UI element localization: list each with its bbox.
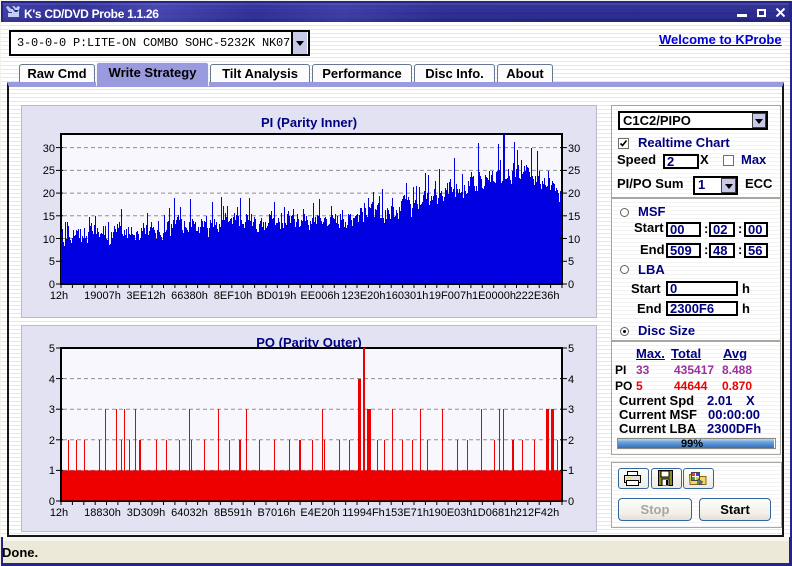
svg-text:12h: 12h (50, 507, 68, 519)
svg-text:4: 4 (49, 374, 55, 386)
svg-text:1D0681h: 1D0681h (472, 507, 517, 519)
svg-text:2: 2 (568, 435, 574, 447)
svg-text:66380h: 66380h (171, 290, 208, 302)
svg-text:10: 10 (43, 234, 55, 246)
svg-text:153E71h: 153E71h (385, 507, 429, 519)
svg-text:1: 1 (49, 465, 55, 477)
svg-text:BD019h: BD019h (257, 290, 297, 302)
svg-text:190E03h: 190E03h (428, 507, 472, 519)
svg-text:5: 5 (568, 256, 574, 268)
svg-text:3EE12h: 3EE12h (126, 290, 165, 302)
svg-text:12h: 12h (50, 290, 68, 302)
svg-text:212F42h: 212F42h (516, 507, 559, 519)
svg-text:19007h: 19007h (84, 290, 121, 302)
svg-text:EE006h: EE006h (300, 290, 339, 302)
svg-text:B7016h: B7016h (258, 507, 296, 519)
svg-text:25: 25 (568, 165, 580, 177)
svg-text:1E0000h: 1E0000h (472, 290, 516, 302)
svg-text:5: 5 (568, 343, 574, 355)
svg-text:123E20h: 123E20h (341, 290, 385, 302)
svg-text:160301h: 160301h (386, 290, 429, 302)
svg-text:E4E20h: E4E20h (300, 507, 339, 519)
svg-text:10: 10 (568, 234, 580, 246)
svg-text:0: 0 (568, 279, 574, 291)
svg-text:64032h: 64032h (171, 507, 208, 519)
svg-text:5: 5 (49, 256, 55, 268)
svg-text:222E36h: 222E36h (515, 290, 559, 302)
svg-text:8EF10h: 8EF10h (214, 290, 253, 302)
svg-text:20: 20 (43, 188, 55, 200)
svg-text:1: 1 (568, 465, 574, 477)
svg-text:15: 15 (568, 211, 580, 223)
svg-text:3D309h: 3D309h (127, 507, 166, 519)
svg-text:5: 5 (49, 343, 55, 355)
svg-text:15: 15 (43, 211, 55, 223)
svg-text:3: 3 (49, 404, 55, 416)
svg-text:30: 30 (568, 143, 580, 155)
svg-text:8B591h: 8B591h (214, 507, 252, 519)
svg-text:25: 25 (43, 165, 55, 177)
svg-text:3: 3 (568, 404, 574, 416)
svg-text:18830h: 18830h (84, 507, 121, 519)
svg-text:11994Fh: 11994Fh (342, 507, 385, 519)
svg-text:4: 4 (568, 374, 574, 386)
svg-text:2: 2 (49, 435, 55, 447)
svg-text:19F007h: 19F007h (429, 290, 472, 302)
svg-text:20: 20 (568, 188, 580, 200)
svg-text:0: 0 (568, 496, 574, 508)
svg-text:PI (Parity Inner): PI (Parity Inner) (261, 115, 357, 130)
svg-text:30: 30 (43, 143, 55, 155)
